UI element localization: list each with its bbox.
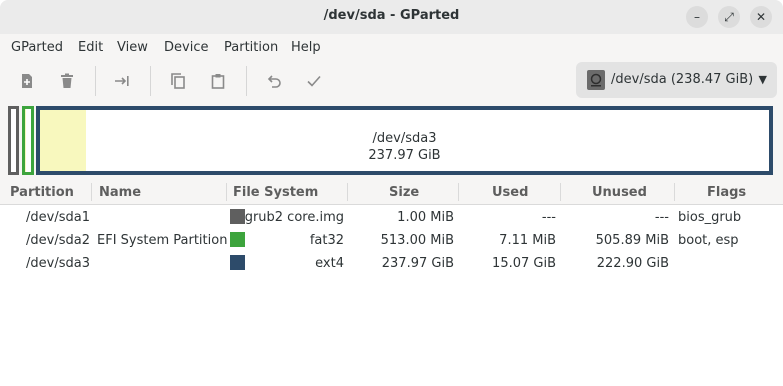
column-divider [560, 183, 561, 201]
copy-button[interactable] [164, 68, 192, 94]
column-divider [674, 183, 675, 201]
cell-name: EFI System Partition [97, 233, 228, 248]
column-header-flags[interactable]: Flags [707, 185, 746, 200]
menu-bar: GParted Edit View Device Partition Help [0, 34, 783, 60]
cell-size: 513.00 MiB [380, 233, 454, 248]
cell-unused: --- [654, 210, 669, 225]
column-divider [91, 183, 92, 201]
trash-icon [61, 73, 73, 88]
table-row[interactable]: /dev/sda2 EFI System Partition fat32 513… [0, 229, 783, 252]
cell-file-system: grub2 core.img [244, 210, 344, 225]
used-space-bar [25, 109, 26, 172]
column-divider [458, 183, 459, 201]
partition-block-sda1[interactable] [8, 106, 19, 175]
device-label: /dev/sda (238.47 GiB) [611, 72, 754, 87]
table-row[interactable]: /dev/sda3 ext4 237.97 GiB 15.07 GiB 222.… [0, 252, 783, 275]
partition-table: Partition Name File System Size Used Unu… [0, 180, 783, 386]
paste-button[interactable] [204, 68, 232, 94]
minimize-button[interactable]: – [686, 6, 708, 28]
partition-map: /dev/sda3 237.97 GiB [0, 102, 783, 180]
column-header-name[interactable]: Name [99, 185, 141, 200]
column-header-partition[interactable]: Partition [10, 185, 74, 200]
menu-edit[interactable]: Edit [78, 40, 103, 55]
column-header-file-system[interactable]: File System [233, 185, 318, 200]
device-selector[interactable]: /dev/sda (238.47 GiB) ▼ [576, 62, 777, 98]
menu-partition[interactable]: Partition [224, 40, 278, 55]
copy-icon [171, 73, 185, 89]
cell-size: 1.00 MiB [397, 210, 454, 225]
cell-used: 15.07 GiB [492, 256, 556, 271]
partition-block-name: /dev/sda3 [372, 131, 437, 146]
apply-button[interactable] [300, 68, 328, 94]
table-header: Partition Name File System Size Used Unu… [0, 180, 783, 205]
new-partition-icon [22, 74, 32, 88]
menu-view[interactable]: View [117, 40, 148, 55]
menu-gparted[interactable]: GParted [11, 40, 63, 55]
partition-block-sda3[interactable]: /dev/sda3 237.97 GiB [36, 106, 773, 175]
paste-icon [211, 74, 225, 89]
cell-unused: 505.89 MiB [595, 233, 669, 248]
undo-button[interactable] [260, 68, 288, 94]
delete-partition-button[interactable] [53, 68, 81, 94]
close-button[interactable]: ✕ [750, 6, 772, 28]
cell-file-system: fat32 [309, 233, 344, 248]
partition-block-size: 237.97 GiB [368, 148, 441, 163]
partition-block-sda2[interactable] [22, 106, 34, 175]
cell-file-system: ext4 [315, 256, 344, 271]
resize-move-icon [115, 76, 129, 86]
cell-size: 237.97 GiB [381, 256, 454, 271]
undo-icon [267, 75, 281, 88]
cell-partition: /dev/sda3 [26, 256, 90, 271]
cell-unused: 222.90 GiB [596, 256, 669, 271]
column-header-unused[interactable]: Unused [592, 185, 647, 200]
column-divider [347, 183, 348, 201]
toolbar-separator [95, 66, 96, 96]
new-partition-button[interactable] [13, 68, 41, 94]
cell-partition: /dev/sda2 [26, 233, 90, 248]
column-header-used[interactable]: Used [492, 185, 528, 200]
column-divider [226, 183, 227, 201]
cell-used: 7.11 MiB [499, 233, 556, 248]
maximize-button[interactable]: ⤢ [718, 6, 740, 28]
menu-device[interactable]: Device [164, 40, 208, 55]
checkmark-icon [307, 75, 321, 87]
toolbar-separator [150, 66, 151, 96]
cell-used: --- [541, 210, 556, 225]
toolbar-separator [246, 66, 247, 96]
title-bar: /dev/sda - GParted – ⤢ ✕ [0, 0, 783, 34]
cell-flags: boot, esp [678, 233, 739, 248]
cell-partition: /dev/sda1 [26, 210, 90, 225]
partition-block-label: /dev/sda3 237.97 GiB [40, 130, 769, 164]
chevron-down-icon: ▼ [758, 73, 767, 86]
gparted-window: /dev/sda - GParted – ⤢ ✕ GParted Edit Vi… [0, 0, 783, 386]
resize-move-button[interactable] [109, 68, 137, 94]
menu-help[interactable]: Help [291, 40, 321, 55]
table-row[interactable]: /dev/sda1 grub2 core.img 1.00 MiB --- --… [0, 206, 783, 229]
disk-icon [587, 70, 605, 90]
column-header-size[interactable]: Size [389, 185, 419, 200]
cell-flags: bios_grub [678, 210, 742, 225]
window-title: /dev/sda - GParted [323, 8, 460, 23]
